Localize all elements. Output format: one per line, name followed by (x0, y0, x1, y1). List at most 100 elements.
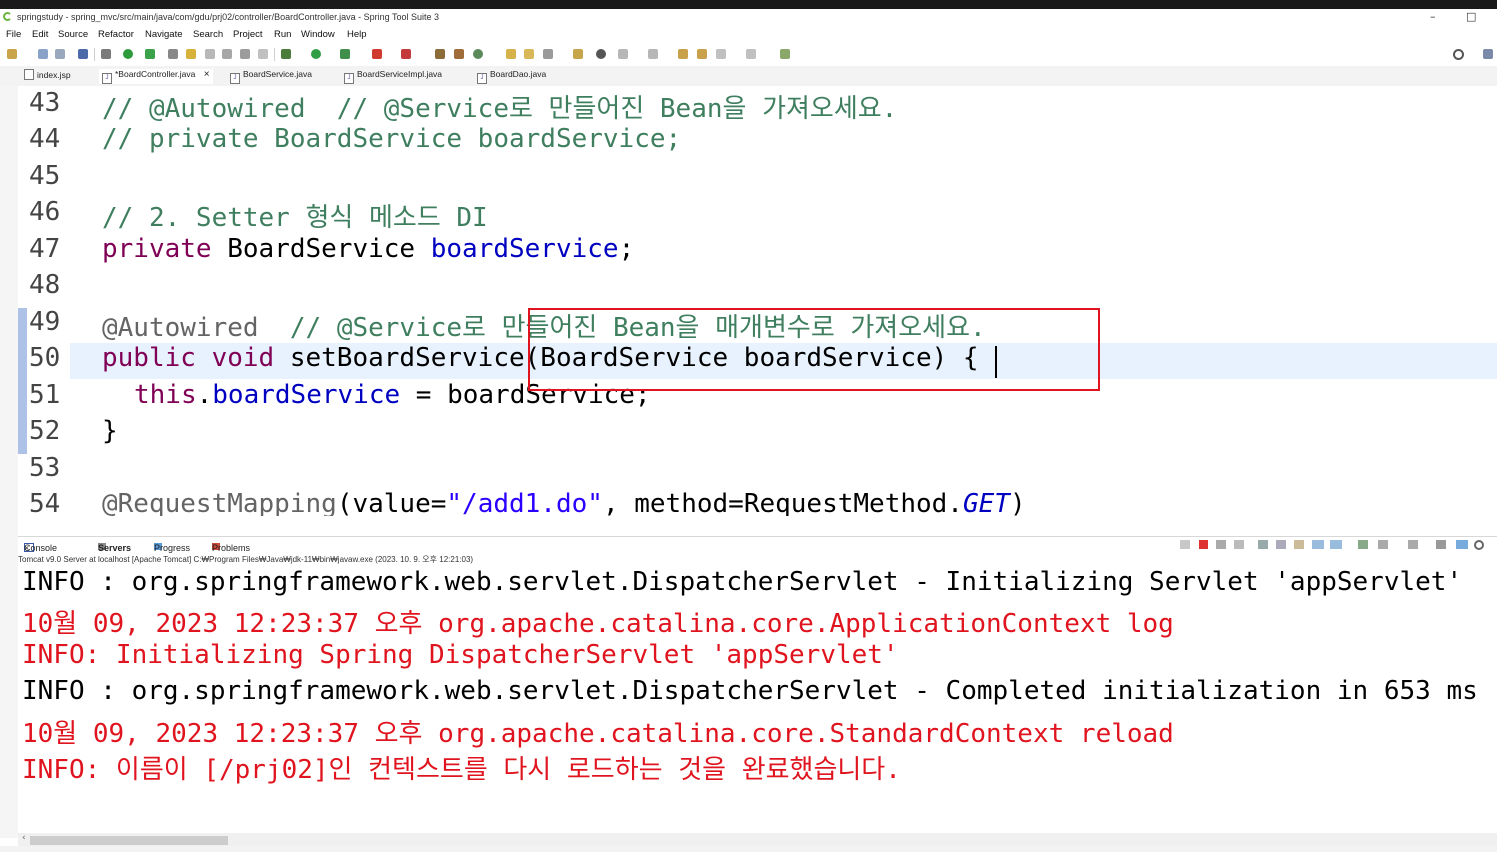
editor-left-ruler (0, 86, 18, 838)
stop-icon[interactable] (372, 49, 382, 59)
tab-board-controller[interactable]: J *BoardController.java × (99, 69, 213, 84)
globe-icon[interactable] (596, 49, 606, 59)
server-view-icon[interactable] (1456, 540, 1468, 549)
menu-edit[interactable]: Edit (32, 29, 48, 40)
previous-annotation-icon[interactable] (648, 49, 658, 59)
tab-board-dao[interactable]: J BoardDao.java (477, 69, 546, 84)
console-line: 10월 09, 2023 12:23:37 오후 org.apache.cata… (22, 609, 1174, 639)
whitespace-icon[interactable] (258, 49, 268, 59)
line-number: 46 (29, 197, 61, 227)
external-tools-icon[interactable] (340, 49, 350, 59)
toolbar-separator (274, 48, 275, 61)
tab-board-service[interactable]: J BoardService.java (230, 69, 312, 84)
code-line-44: // private BoardService boardService; (102, 124, 682, 154)
forward-icon[interactable] (746, 49, 756, 59)
menu-project[interactable]: Project (233, 29, 263, 40)
window-title: springstudy - spring_mvc/src/main/java/c… (17, 12, 440, 22)
block-select-icon[interactable] (222, 49, 232, 59)
open-console-icon[interactable] (1378, 540, 1388, 549)
line-number: 53 (29, 453, 61, 483)
pin-console-icon[interactable] (1330, 540, 1342, 549)
line-number: 52 (29, 416, 61, 446)
tab-label: *BoardController.java (115, 69, 196, 79)
link-icon[interactable] (205, 49, 215, 59)
title-bar: springstudy - spring_mvc/src/main/java/c… (0, 9, 1497, 28)
editor-tab-bar: index.jsp J *BoardController.java × J Boar… (0, 66, 1497, 87)
menu-source[interactable]: Source (58, 29, 88, 40)
console-output[interactable]: INFO : org.springframework.web.servlet.D… (18, 567, 1497, 833)
save-all-icon[interactable] (55, 49, 65, 59)
remove-launch-icon[interactable] (1216, 540, 1226, 549)
remove-all-icon[interactable] (1234, 540, 1244, 549)
menu-help[interactable]: Help (347, 29, 367, 40)
pin-icon[interactable] (168, 49, 178, 59)
console-line: INFO: Initializing Spring DispatcherServ… (22, 640, 899, 670)
spring-logo-icon (3, 12, 12, 21)
minimize-view-icon[interactable] (1436, 540, 1446, 549)
word-wrap-icon[interactable] (240, 49, 250, 59)
main-toolbar (0, 43, 1497, 66)
debug-icon[interactable] (281, 49, 291, 59)
scroll-lock-icon[interactable] (1258, 540, 1268, 549)
tab-board-service-impl[interactable]: J BoardServiceImpl.java (344, 69, 442, 84)
code-editor[interactable]: 43 44 45 46 47 48 49 50 51 52 53 54 // @… (18, 86, 1497, 516)
type-name: BoardService (211, 234, 431, 264)
menu-search[interactable]: Search (193, 29, 223, 40)
show-stdout-icon[interactable] (1294, 540, 1304, 549)
search-icon[interactable] (1453, 49, 1464, 60)
scroll-left-icon[interactable]: ‹ (22, 833, 26, 843)
close-icon[interactable]: × (204, 69, 210, 80)
mark-occurrences-icon[interactable] (186, 49, 196, 59)
server-icon[interactable] (401, 49, 411, 59)
tab-label: Servers (98, 543, 132, 553)
perspective-icon[interactable] (780, 49, 790, 59)
horizontal-scrollbar[interactable] (18, 833, 1497, 846)
enum-constant: GET (962, 489, 1010, 516)
line-number: 43 (29, 88, 61, 118)
minimize-button[interactable]: – (1430, 10, 1436, 23)
next-annotation-icon[interactable] (618, 49, 628, 59)
menu-navigate[interactable]: Navigate (145, 29, 183, 40)
back-icon[interactable] (716, 49, 726, 59)
code-text: (value= (336, 489, 447, 516)
show-stderr-icon[interactable] (1312, 540, 1324, 549)
refresh-icon[interactable] (145, 49, 155, 59)
jsp-file-icon (24, 69, 34, 80)
search-tool-icon[interactable] (543, 49, 553, 59)
maximize-button[interactable]: □ (1466, 10, 1476, 23)
new-class-icon[interactable] (454, 49, 464, 59)
new-web-icon[interactable] (473, 49, 483, 59)
open-task-icon[interactable] (524, 49, 534, 59)
open-type-icon[interactable] (506, 49, 516, 59)
menu-window[interactable]: Window (301, 29, 335, 40)
save-icon[interactable] (38, 49, 48, 59)
new-console-icon[interactable] (1408, 540, 1418, 549)
new-package-icon[interactable] (435, 49, 445, 59)
run-icon[interactable] (311, 49, 321, 59)
punctuation: ; (618, 234, 635, 264)
spring-boot-icon[interactable] (123, 49, 133, 59)
tab-label: BoardServiceImpl.java (357, 69, 443, 79)
close-icon[interactable]: × (24, 543, 29, 553)
terminate-icon[interactable] (1199, 540, 1208, 549)
word-wrap-icon[interactable] (1276, 540, 1286, 549)
scrollbar-thumb[interactable] (30, 836, 228, 845)
console-line: 10월 09, 2023 12:23:37 오후 org.apache.cata… (22, 719, 1174, 749)
annotation-icon[interactable] (573, 49, 583, 59)
menu-refactor[interactable]: Refactor (98, 29, 134, 40)
history-icon[interactable] (697, 49, 707, 59)
menu-run[interactable]: Run (274, 29, 291, 40)
display-console-icon[interactable] (1358, 540, 1368, 549)
gear-icon[interactable] (1474, 540, 1484, 550)
skip-breakpoints-icon[interactable] (101, 49, 111, 59)
tab-index-jsp[interactable]: index.jsp (24, 69, 71, 84)
new-icon[interactable] (7, 49, 17, 59)
java-file-icon: J (477, 73, 487, 84)
clear-console-icon[interactable] (1180, 540, 1190, 549)
terminal-icon[interactable] (78, 49, 88, 59)
menu-file[interactable]: File (6, 29, 21, 40)
perspective-switch-icon[interactable] (1483, 49, 1493, 59)
last-edit-icon[interactable] (678, 49, 688, 59)
tab-label: index.jsp (37, 70, 71, 80)
console-line: INFO : org.springframework.web.servlet.D… (22, 676, 1478, 706)
